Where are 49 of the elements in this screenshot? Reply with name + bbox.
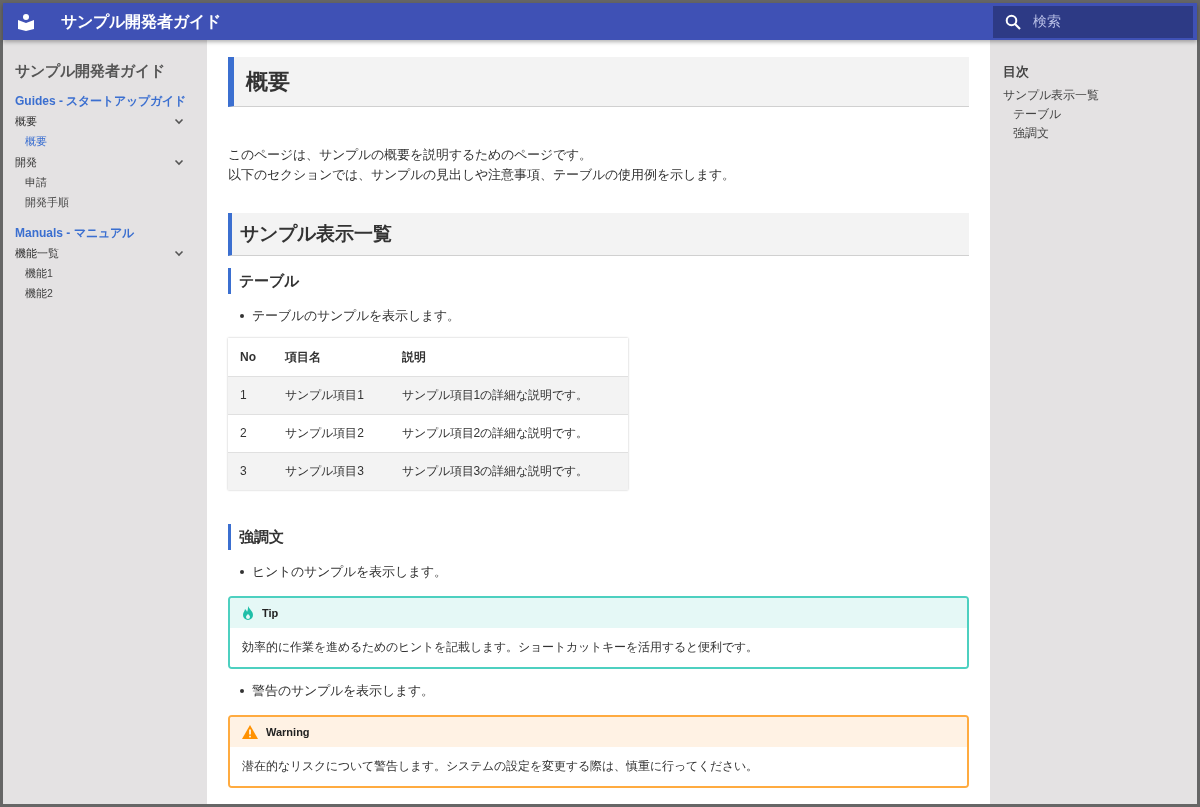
section-caption: Guides - スタートアップガイド <box>15 92 188 110</box>
table-cell: 2 <box>228 414 274 452</box>
table-cell: 3 <box>228 452 274 490</box>
nav-item[interactable]: 開発 <box>15 151 191 173</box>
table-cell: サンプル項目1 <box>273 376 390 414</box>
bullet-icon <box>240 314 244 318</box>
bullet-icon <box>240 689 244 693</box>
site-title[interactable]: サンプル開発者ガイド <box>61 9 221 34</box>
search-bar[interactable]: 検索 <box>993 5 1193 38</box>
search-field[interactable]: 検索 <box>1033 11 1173 32</box>
table-cell: サンプル項目2の詳細な説明です。 <box>389 414 628 452</box>
nav-subitem[interactable]: 申請 <box>15 172 191 193</box>
callout-title: Tip <box>262 605 279 621</box>
bullet-text: 警告のサンプルを表示します。 <box>252 682 434 700</box>
nav-subitem[interactable]: 開発手順 <box>15 192 191 213</box>
table-cell: サンプル項目3の詳細な説明です。 <box>389 452 628 490</box>
table-cell: サンプル項目2 <box>273 414 390 452</box>
bullet-text: ヒントのサンプルを表示します。 <box>252 563 447 581</box>
table-cell: サンプル項目1の詳細な説明です。 <box>389 376 628 414</box>
table-cell: 1 <box>228 376 274 414</box>
nav-item[interactable]: 概要 <box>15 110 191 132</box>
section-caption: Manuals - マニュアル <box>15 224 135 242</box>
toc-link[interactable]: テーブル <box>1003 105 1197 125</box>
bullet-text: テーブルのサンプルを表示します。 <box>252 307 460 325</box>
nav-subitem[interactable]: 概要 <box>15 131 191 152</box>
nav-subitem[interactable]: 機能1 <box>15 263 191 284</box>
callout-text: 効率的に作業を進めるためのヒントを記載します。ショートカットキーを活用すると便利です。 <box>242 639 758 655</box>
callout-text: 潜在的なリスクについて警告します。システムの設定を変更する際は、慎重に行ってください。 <box>242 758 758 775</box>
column-header: No <box>228 338 274 376</box>
toc-title: 目次 <box>1003 63 1030 81</box>
table-cell: サンプル項目3 <box>273 452 390 490</box>
column-header: 説明 <box>389 338 628 376</box>
bullet-icon <box>240 570 244 574</box>
book-logo-icon <box>17 12 35 31</box>
subsection-heading: 強調文 <box>228 524 969 550</box>
nav-item[interactable]: 機能一覧 <box>15 242 191 264</box>
column-header: 項目名 <box>273 338 390 376</box>
subsection-heading: テーブル <box>228 268 969 294</box>
intro-paragraph: このページは、サンプルの概要を説明するためのページです。 以下のセクションでは、サンプルの見出しや注意事項、テーブルの使用例を示します。 <box>228 147 736 184</box>
sidebar-title: サンプル開発者ガイド <box>15 61 166 81</box>
nav-subitem[interactable]: 機能2 <box>15 283 191 304</box>
toc-link[interactable]: 強調文 <box>1003 124 1197 144</box>
search-icon <box>1005 13 1021 30</box>
section-heading: サンプル表示一覧 <box>228 213 969 256</box>
toc-link[interactable]: サンプル表示一覧 <box>1003 86 1197 106</box>
callout-title: Warning <box>266 724 310 740</box>
flame-icon <box>242 606 254 620</box>
page-heading: 概要 <box>228 57 969 107</box>
warning-icon <box>242 725 258 739</box>
